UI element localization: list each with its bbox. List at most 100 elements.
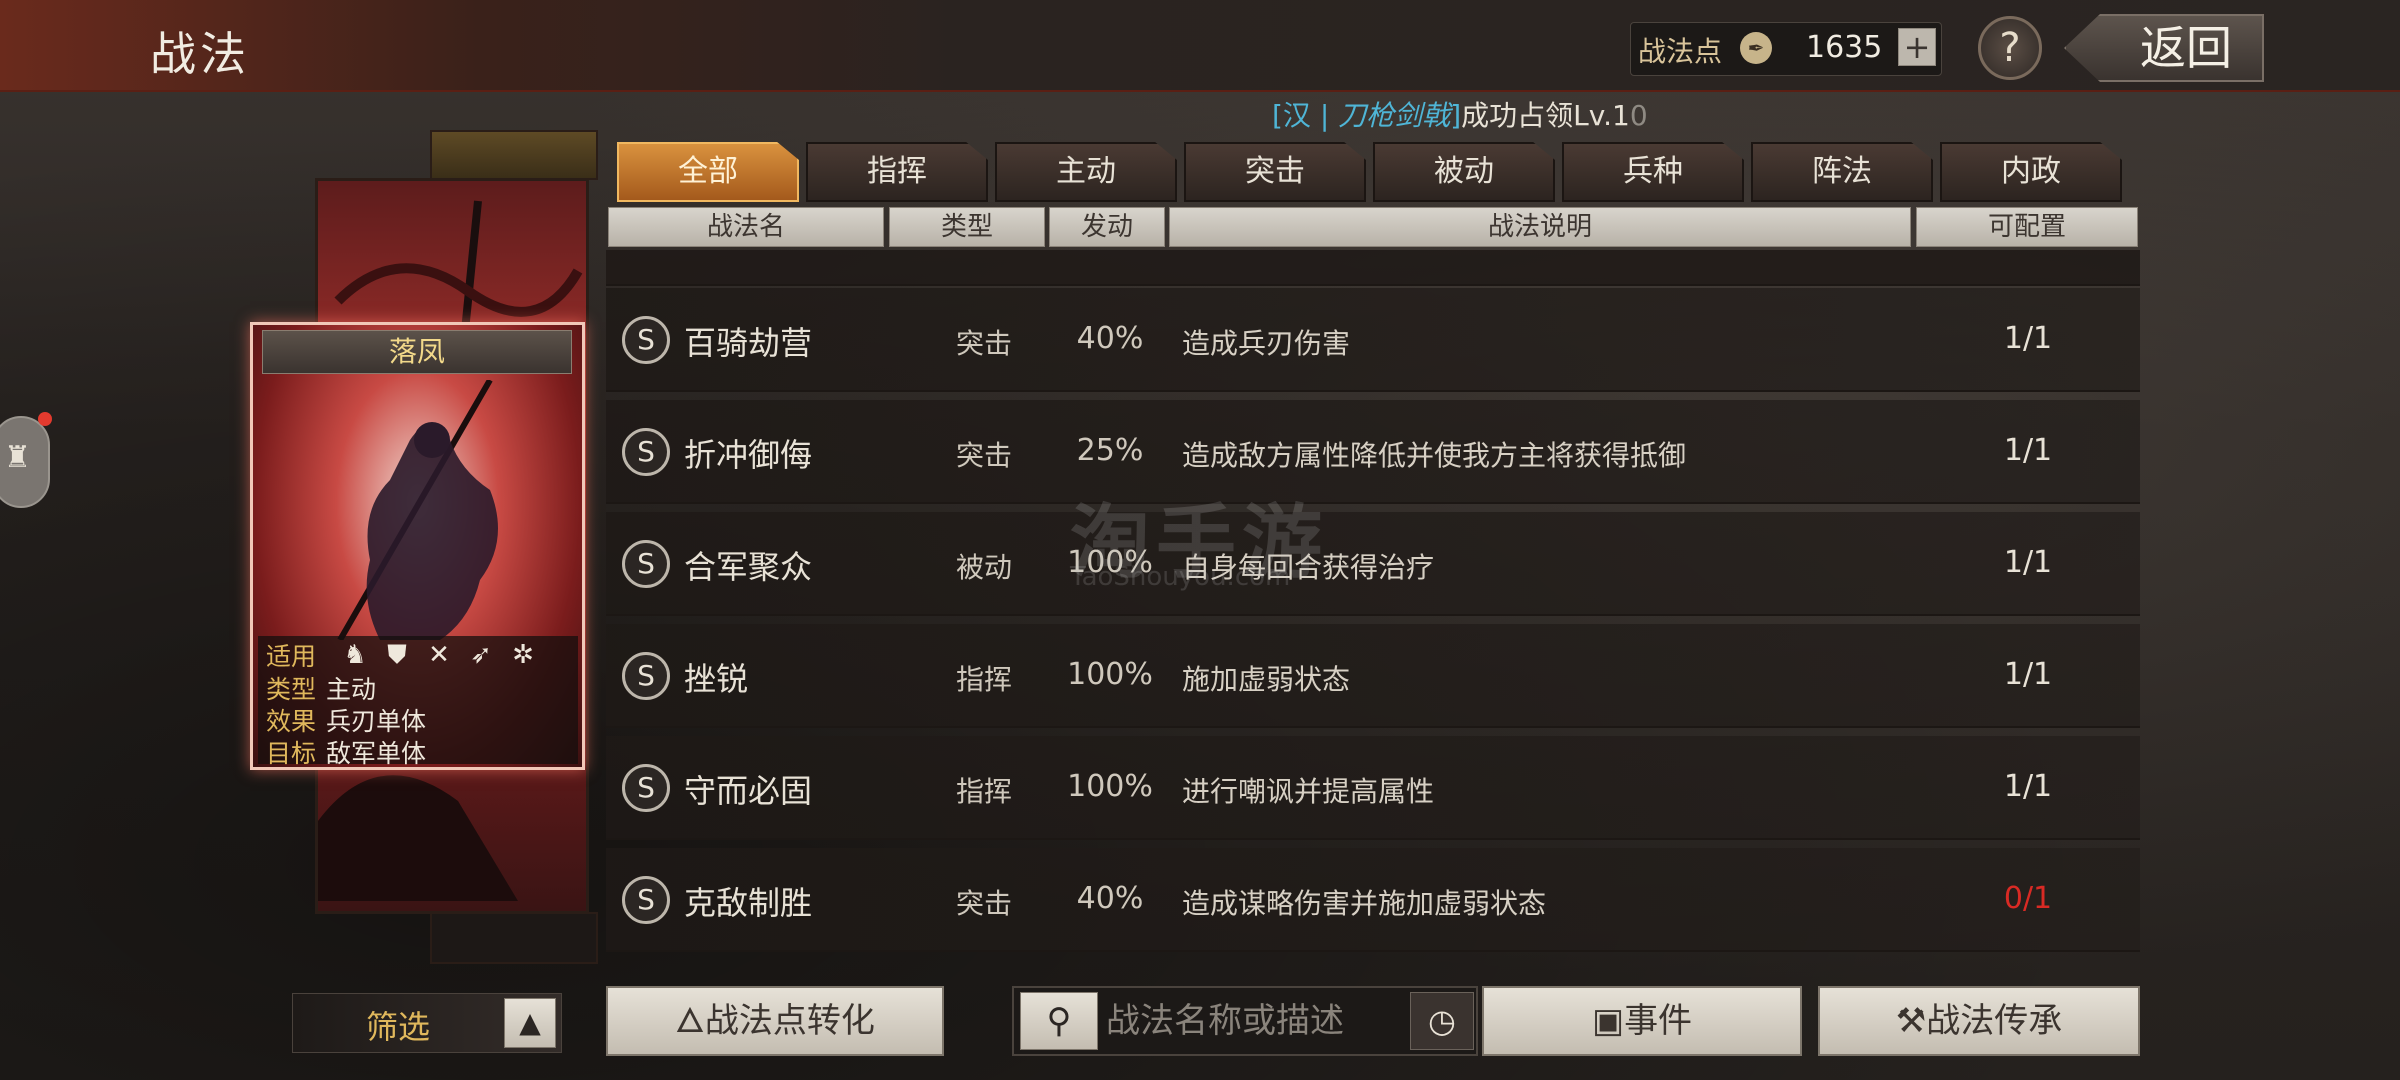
events-button[interactable]: ▣事件 [1482,986,1802,1056]
page-title: 战法 [150,27,250,81]
card-skill-name: 落凤 [262,330,572,374]
grade-badge: S [622,652,670,700]
help-button[interactable]: ? [1978,16,2042,80]
skill-type: 被动 [955,551,1012,584]
card-stack-bottom [430,912,598,964]
wheel-icon: ✲ [512,640,534,670]
card-type-label: 类型 [266,675,317,704]
inherit-label: 战法传承 [1926,1001,2063,1041]
skill-name: 守而必固 [684,772,813,810]
card-target-value: 敌军单体 [326,739,427,768]
skill-rate: 25% [1076,433,1144,468]
skill-description: 造成兵刃伤害 [1182,327,1351,360]
column-description: 战法说明 [1169,207,1911,247]
grade-badge: S [622,540,670,588]
skill-points-value: 1635 [1806,30,1883,65]
tab-passive[interactable]: 被动 [1373,142,1555,202]
column-type[interactable]: 类型 [889,207,1045,247]
spear-icon: ➶ [470,640,492,670]
table-row[interactable]: S 折冲御侮 突击 25% 造成敌方属性降低并使我方主将获得抵御 1/1 [606,400,2140,504]
skill-quantity: 1/1 [2003,657,2053,692]
skill-type: 指挥 [955,663,1012,696]
card-effect-row: 效果 兵刃单体 [266,702,426,738]
skill-points-label: 战法点 [1638,35,1723,68]
convert-points-label: 战法点转化 [704,1001,875,1041]
announcement: [汉 | 刀枪剑戟]成功占领Lv.10 [1272,94,1648,134]
table-row[interactable]: S 守而必固 指挥 100% 进行嘲讽并提高属性 1/1 [606,736,2140,840]
card-effect-label: 效果 [266,707,317,736]
card-target-label: 目标 [266,739,317,768]
hammer-icon: ⚒ [1895,1001,1927,1041]
announcement-bracket: ] [1450,99,1462,132]
skill-description: 进行嘲讽并提高属性 [1182,775,1435,808]
skill-name: 合军聚众 [684,548,813,586]
watermark-url: TaoShouyou.com [1070,562,1291,592]
clock-icon[interactable]: ◷ [1410,992,1474,1050]
filter-label[interactable]: 筛选 [366,1002,430,1048]
table-row[interactable]: S 百骑劫营 突击 40% 造成兵刃伤害 1/1 [606,288,2140,392]
skill-rate: 40% [1076,321,1144,356]
skill-quantity: 1/1 [2003,545,2053,580]
announcement-prefix: [汉 | [1272,99,1339,132]
announcement-team[interactable]: 刀枪剑戟 [1338,99,1450,132]
column-name[interactable]: 战法名 [608,207,884,247]
tab-formation[interactable]: 阵法 [1751,142,1933,202]
announcement-faded: 0 [1629,99,1648,132]
skill-quantity: 1/1 [2003,769,2053,804]
warrior-silhouette [337,380,498,640]
skill-quantity: 1/1 [2003,321,2053,356]
search-input[interactable] [1106,992,1406,1050]
grade-badge: S [622,876,670,924]
card-target-row: 目标 敌军单体 [266,734,426,770]
filter-toggle-icon[interactable]: ▲ [504,998,556,1048]
card-type-row: 类型 主动 [266,670,376,706]
card-effect-value: 兵刃单体 [326,707,427,736]
flame-icon: 🜂 [675,1001,705,1041]
skill-quantity: 1/1 [2003,433,2053,468]
unit-type-icons: ♞ ⛊ ✕ ➶ ✲ [340,640,538,670]
tab-all[interactable]: 全部 [617,142,799,202]
skill-name: 百骑劫营 [684,324,813,362]
table-row[interactable]: S 挫锐 指挥 100% 施加虚弱状态 1/1 [606,624,2140,728]
table-row-partial [606,250,2140,286]
table-row[interactable]: S 克敌制胜 突击 40% 造成谋略伤害并施加虚弱状态 0/1 [606,848,2140,952]
convert-points-button[interactable]: 🜂战法点转化 [606,986,944,1056]
skill-type: 突击 [955,887,1012,920]
column-rate[interactable]: 发动 [1049,207,1165,247]
skill-rate: 100% [1067,657,1153,692]
tab-troop[interactable]: 兵种 [1562,142,1744,202]
shield-icon: ⛊ [387,640,407,670]
tab-active[interactable]: 主动 [995,142,1177,202]
column-quantity[interactable]: 可配置 [1916,207,2138,247]
search-icon[interactable]: ⚲ [1020,992,1098,1050]
card-applies-label: 适用 [266,642,317,671]
grade-badge: S [622,316,670,364]
back-button[interactable]: 返回 [2064,14,2264,82]
grade-badge: S [622,764,670,812]
tab-assault[interactable]: 突击 [1184,142,1366,202]
tab-command[interactable]: 指挥 [806,142,988,202]
inherit-button[interactable]: ⚒战法传承 [1818,986,2140,1056]
skill-description: 造成敌方属性降低并使我方主将获得抵御 [1182,439,1687,472]
cavalry-icon: ♞ [343,640,367,670]
grade-badge: S [622,428,670,476]
skill-name: 克敌制胜 [684,884,813,922]
skill-quantity: 0/1 [2003,881,2053,916]
skill-points-icon: ✒ [1740,32,1772,64]
bow-icon: ✕ [428,640,450,670]
card-stack-top [430,130,598,180]
skill-rate: 100% [1067,769,1153,804]
skill-description: 造成谋略伤害并施加虚弱状态 [1182,887,1547,920]
side-menu-icon: ♜ [4,440,31,475]
skill-rate: 40% [1076,881,1144,916]
tab-domestic[interactable]: 内政 [1940,142,2122,202]
notification-dot [38,412,52,426]
events-label: 事件 [1624,1001,1693,1041]
add-points-button[interactable]: + [1898,28,1936,66]
card-type-value: 主动 [326,675,377,704]
skill-name: 折冲御侮 [684,436,813,474]
table-row[interactable]: S 合军聚众 被动 100% 自身每回合获得治疗 1/1 [606,512,2140,616]
skill-type: 突击 [955,439,1012,472]
skill-name: 挫锐 [684,660,749,698]
skill-type: 突击 [955,327,1012,360]
